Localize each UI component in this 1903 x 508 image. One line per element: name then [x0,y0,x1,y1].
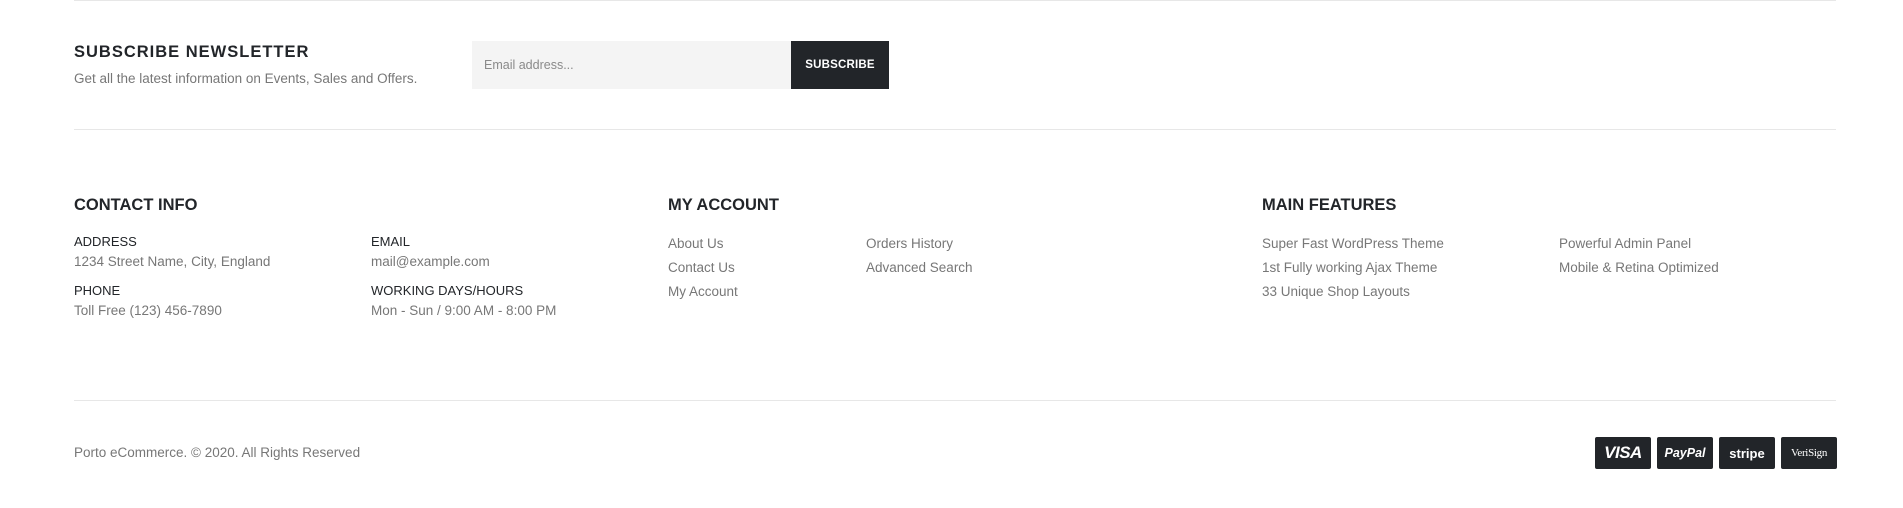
paypal-icon: PayPal [1657,437,1713,469]
footer-link-contact-us[interactable]: Contact Us [668,260,735,275]
hours-label: WORKING DAYS/HOURS [371,283,524,298]
hours-value: Mon - Sun / 9:00 AM - 8:00 PM [371,303,557,318]
stripe-icon: stripe [1719,437,1775,469]
visa-icon: VISA [1595,437,1651,469]
visa-label: VISA [1604,443,1642,462]
footer-link-retina-optimized[interactable]: Mobile & Retina Optimized [1559,260,1719,275]
footer-link-shop-layouts[interactable]: 33 Unique Shop Layouts [1262,284,1410,299]
copyright-text: Porto eCommerce. © 2020. All Rights Rese… [74,445,361,460]
my-account-title: MY ACCOUNT [668,196,779,214]
footer-link-orders-history[interactable]: Orders History [866,236,953,251]
paypal-label: PayPal [1664,446,1706,460]
footer-link-super-fast-wordpress-theme[interactable]: Super Fast WordPress Theme [1262,236,1444,251]
footer-link-about-us[interactable]: About Us [668,236,724,251]
stripe-label: stripe [1729,445,1765,461]
newsletter-divider [74,129,1836,130]
newsletter-title: SUBSCRIBE NEWSLETTER [74,43,310,61]
subscribe-button[interactable]: SUBSCRIBE [791,41,889,89]
address-label: ADDRESS [74,234,137,249]
footer-link-advanced-search[interactable]: Advanced Search [866,260,973,275]
phone-label: PHONE [74,283,121,298]
footer-link-admin-panel[interactable]: Powerful Admin Panel [1559,236,1691,251]
email-label: EMAIL [371,234,411,249]
top-divider [74,0,1836,1]
address-value: 1234 Street Name, City, England [74,254,271,269]
bottom-divider [74,400,1836,401]
phone-value: Toll Free (123) 456-7890 [74,303,222,318]
footer-link-ajax-theme[interactable]: 1st Fully working Ajax Theme [1262,260,1437,275]
contact-info-title: CONTACT INFO [74,196,198,214]
newsletter-email-input[interactable] [472,41,791,89]
main-features-title: MAIN FEATURES [1262,196,1397,214]
footer-link-my-account[interactable]: My Account [668,284,738,299]
verisign-label: VeriSign [1790,447,1828,459]
newsletter-subtitle: Get all the latest information on Events… [74,71,418,86]
verisign-icon: VeriSign [1781,437,1837,469]
email-link[interactable]: mail@example.com [371,254,490,269]
